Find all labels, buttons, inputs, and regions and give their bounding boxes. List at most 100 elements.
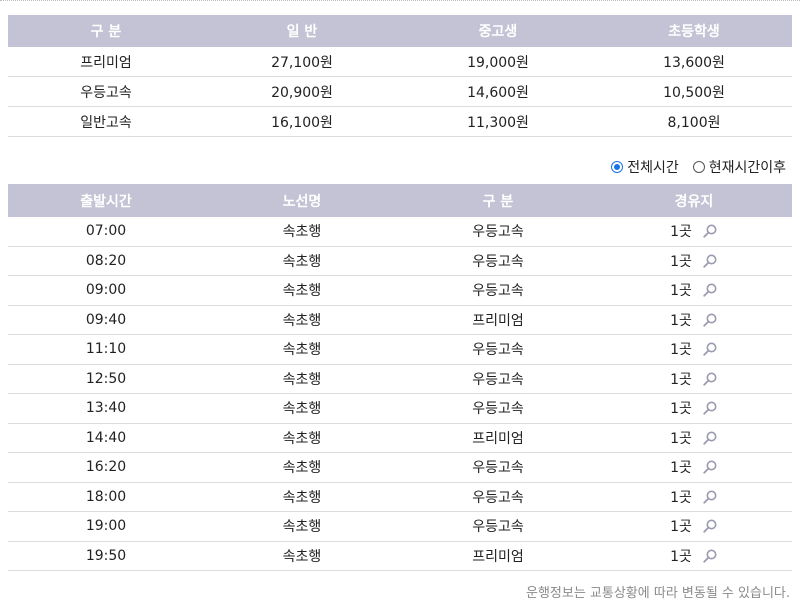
stops-cell: 1곳 — [596, 423, 792, 453]
magnifier-icon[interactable] — [702, 312, 718, 328]
schedule-row: 19:00 속초행 우등고속 1곳 — [8, 511, 792, 542]
departure-time: 08:20 — [8, 246, 204, 276]
stops-count: 1곳 — [670, 283, 692, 300]
fare-header-child: 초등학생 — [596, 15, 792, 47]
magnifier-icon[interactable] — [702, 459, 718, 475]
schedule-row: 19:50 속초행 프리미엄 1곳 — [8, 541, 792, 571]
stops-cell: 1곳 — [596, 364, 792, 394]
fare-header-adult: 일 반 — [204, 15, 400, 47]
stops-wrap: 1곳 — [670, 310, 718, 330]
fare-table: 구 분 일 반 중고생 초등학생 프리미엄 27,100원 19,000원 13,60… — [8, 15, 792, 137]
schedule-row: 18:00 속초행 우등고속 1곳 — [8, 482, 792, 512]
magnifier-icon[interactable] — [702, 282, 718, 298]
schedule-header-row: 출발시간 노선명 구 분 경유지 — [8, 184, 792, 217]
bus-class: 우등고속 — [400, 217, 596, 247]
departure-time: 18:00 — [8, 482, 204, 512]
fare-cell-adult: 27,100원 — [204, 47, 400, 77]
stops-count: 1곳 — [670, 401, 692, 418]
radio-all-times[interactable]: 전체시간 — [611, 157, 679, 177]
schedule-header-departure: 출발시간 — [8, 184, 204, 217]
stops-cell: 1곳 — [596, 246, 792, 276]
fare-header-youth: 중고생 — [400, 15, 596, 47]
radio-after-now[interactable]: 현재시간이후 — [692, 157, 786, 177]
radio-after-now-label: 현재시간이후 — [708, 160, 786, 176]
footnote: 운행정보는 교통상황에 따라 변동될 수 있습니다. — [526, 586, 790, 601]
fare-cell-youth: 14,600원 — [400, 76, 596, 107]
schedule-header-class: 구 분 — [400, 184, 596, 217]
radio-all-times-circle[interactable] — [611, 161, 624, 173]
magnifier-icon[interactable] — [702, 253, 718, 269]
stops-wrap: 1곳 — [670, 369, 718, 389]
route-name: 속초행 — [204, 305, 400, 335]
stops-cell: 1곳 — [596, 511, 792, 542]
route-name: 속초행 — [204, 364, 400, 394]
departure-time: 09:40 — [8, 305, 204, 335]
departure-time: 09:00 — [8, 275, 204, 306]
fare-cell-category: 우등고속 — [8, 76, 204, 107]
stops-count: 1곳 — [670, 489, 692, 506]
fare-row: 프리미엄 27,100원 19,000원 13,600원 — [8, 47, 792, 77]
fare-cell-youth: 11,300원 — [400, 106, 596, 137]
stops-count: 1곳 — [670, 253, 692, 270]
time-filter: 전체시간 현재시간이후 — [611, 156, 786, 178]
schedule-row: 09:00 속초행 우등고속 1곳 — [8, 275, 792, 306]
schedule-row: 16:20 속초행 우등고속 1곳 — [8, 452, 792, 483]
stops-wrap: 1곳 — [670, 251, 718, 271]
bus-class: 우등고속 — [400, 334, 596, 365]
stops-wrap: 1곳 — [670, 487, 718, 507]
departure-time: 07:00 — [8, 217, 204, 247]
schedule-row: 07:00 속초행 우등고속 1곳 — [8, 217, 792, 247]
magnifier-icon[interactable] — [702, 400, 718, 416]
route-name: 속초행 — [204, 334, 400, 365]
route-name: 속초행 — [204, 246, 400, 276]
fare-cell-child: 10,500원 — [596, 76, 792, 107]
fare-header-category: 구 분 — [8, 15, 204, 47]
magnifier-icon[interactable] — [702, 430, 718, 446]
stops-cell: 1곳 — [596, 452, 792, 483]
route-name: 속초행 — [204, 511, 400, 542]
stops-wrap: 1곳 — [670, 428, 718, 448]
stops-cell: 1곳 — [596, 541, 792, 571]
schedule-header-route: 노선명 — [204, 184, 400, 217]
departure-time: 16:20 — [8, 452, 204, 483]
stops-cell: 1곳 — [596, 334, 792, 365]
bus-class: 우등고속 — [400, 246, 596, 276]
fare-cell-adult: 20,900원 — [204, 76, 400, 107]
schedule-row: 08:20 속초행 우등고속 1곳 — [8, 246, 792, 276]
stops-wrap: 1곳 — [670, 457, 718, 477]
bus-class: 우등고속 — [400, 482, 596, 512]
stops-wrap: 1곳 — [670, 339, 718, 359]
stops-count: 1곳 — [670, 548, 692, 565]
route-name: 속초행 — [204, 275, 400, 306]
stops-wrap: 1곳 — [670, 546, 718, 566]
magnifier-icon[interactable] — [702, 489, 718, 505]
magnifier-icon[interactable] — [702, 371, 718, 387]
schedule-row: 14:40 속초행 프리미엄 1곳 — [8, 423, 792, 453]
radio-after-now-circle[interactable] — [692, 161, 705, 173]
fare-row: 우등고속 20,900원 14,600원 10,500원 — [8, 76, 792, 107]
departure-time: 19:00 — [8, 511, 204, 542]
stops-wrap: 1곳 — [670, 398, 718, 418]
fare-cell-child: 13,600원 — [596, 47, 792, 77]
schedule-row: 12:50 속초행 우등고속 1곳 — [8, 364, 792, 394]
magnifier-icon[interactable] — [702, 518, 718, 534]
stops-wrap: 1곳 — [670, 516, 718, 536]
bus-class: 우등고속 — [400, 393, 596, 424]
fare-row: 일반고속 16,100원 11,300원 8,100원 — [8, 106, 792, 137]
magnifier-icon[interactable] — [702, 341, 718, 357]
bus-class: 프리미엄 — [400, 305, 596, 335]
schedule-row: 11:10 속초행 우등고속 1곳 — [8, 334, 792, 365]
departure-time: 14:40 — [8, 423, 204, 453]
stops-cell: 1곳 — [596, 275, 792, 306]
stops-count: 1곳 — [670, 312, 692, 329]
route-name: 속초행 — [204, 423, 400, 453]
route-name: 속초행 — [204, 217, 400, 247]
magnifier-icon[interactable] — [702, 223, 718, 239]
stops-cell: 1곳 — [596, 217, 792, 247]
schedule-table: 출발시간 노선명 구 분 경유지 07:00 속초행 우등고속 1곳 08:20 속초행 우… — [8, 184, 792, 571]
stops-cell: 1곳 — [596, 305, 792, 335]
magnifier-icon[interactable] — [702, 548, 718, 564]
schedule-header-stops: 경유지 — [596, 184, 792, 217]
bus-class: 프리미엄 — [400, 423, 596, 453]
stops-count: 1곳 — [670, 519, 692, 536]
